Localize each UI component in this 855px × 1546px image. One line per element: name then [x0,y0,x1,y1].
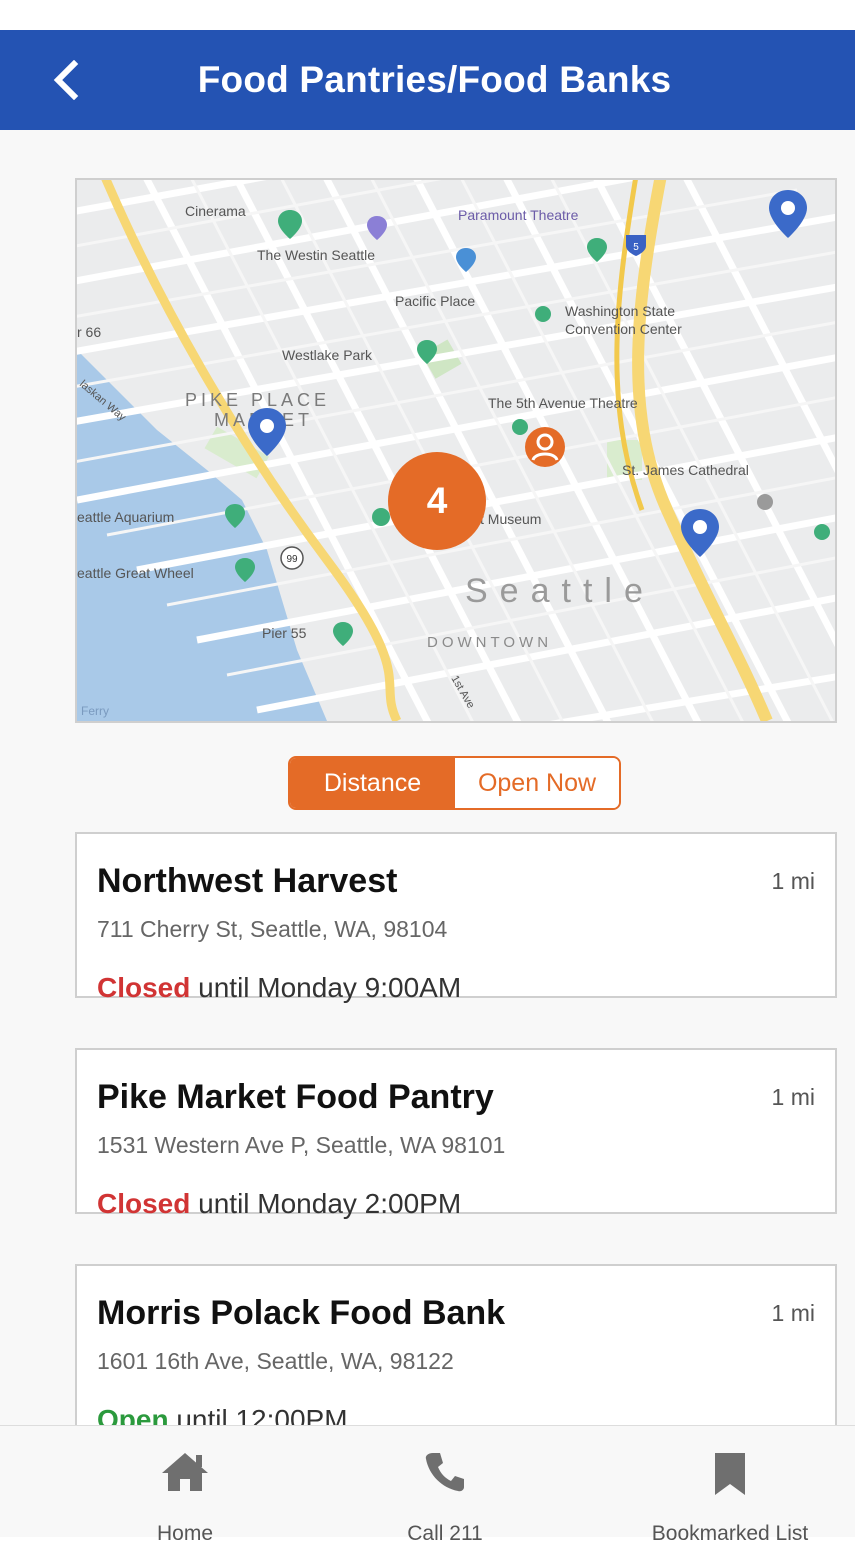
result-address: 1531 Western Ave P, Seattle, WA 98101 [97,1132,506,1158]
sort-toggle: Distance Open Now [288,756,621,810]
nav-bookmarked-list[interactable]: Bookmarked List [630,1426,830,1545]
status-detail: until Monday 9:00AM [190,972,462,1003]
result-status-line: Open until 12:00PM [97,1404,348,1425]
sort-open-now-button[interactable]: Open Now [455,758,619,808]
content-area: Cinerama Paramount Theatre The Westin Se… [0,130,855,1425]
result-name: Pike Market Food Pantry [97,1078,494,1116]
map-label-pier66: r 66 [77,324,101,340]
user-location-icon [525,427,565,467]
sort-distance-button[interactable]: Distance [290,758,455,808]
svg-text:99: 99 [286,554,298,565]
status-detail: until 12:00PM [168,1404,348,1425]
map-label-pacific-place: Pacific Place [395,293,475,309]
svg-text:5: 5 [633,242,639,253]
page-title: Food Pantries/Food Banks [197,59,672,100]
map-label-ferry: Ferry [81,704,109,718]
result-status-line: Closed until Monday 9:00AM [97,972,461,1004]
result-name: Northwest Harvest [97,862,398,900]
status-closed-label: Closed [97,1188,191,1219]
chevron-left-icon [53,60,79,100]
app-header: Food Pantries/Food Banks [0,30,855,130]
map-canvas[interactable]: Cinerama Paramount Theatre The Westin Se… [77,180,835,721]
map-label-wscc-2: Convention Center [565,321,682,337]
nav-home-label: Home [156,1522,214,1545]
nav-call-211[interactable]: Call 211 [385,1426,505,1545]
map-label-pike-place-1: PIKE PLACE [185,390,330,410]
map-label-fifth-ave: The 5th Avenue Theatre [488,395,638,411]
nav-call-211-label: Call 211 [407,1522,483,1545]
status-strip [0,0,855,30]
nav-bookmarked-list-label: Bookmarked List [651,1522,809,1545]
bottom-nav: Home Call 211 Bookmarked List [0,1425,855,1545]
result-name: Morris Polack Food Bank [97,1294,506,1332]
phone-icon [425,1453,464,1492]
nav-home[interactable]: Home [115,1426,255,1545]
map-label-seattle: Seattle [465,572,655,610]
route-shield-99: 99 [280,546,304,570]
map-view[interactable]: Cinerama Paramount Theatre The Westin Se… [75,178,837,723]
map-label-wscc-1: Washington State [565,303,675,319]
result-distance: 1 mi [771,868,815,894]
bookmark-icon [715,1453,745,1495]
map-label-westlake: Westlake Park [282,347,373,363]
status-closed-label: Closed [97,972,191,1003]
map-label-downtown: DOWNTOWN [427,634,552,651]
map-label-aquarium: eattle Aquarium [77,509,174,525]
result-address: 711 Cherry St, Seattle, WA, 98104 [97,916,448,942]
cluster-marker[interactable]: 4 [388,452,486,550]
map-label-great-wheel: eattle Great Wheel [77,565,194,581]
map-label-st-james: St. James Cathedral [622,462,749,478]
map-label-westin: The Westin Seattle [257,247,375,263]
result-status-line: Closed until Monday 2:00PM [97,1188,461,1220]
home-icon [162,1453,208,1491]
result-address: 1601 16th Ave, Seattle, WA, 98122 [97,1348,454,1374]
map-label-paramount: Paramount Theatre [458,207,579,223]
map-label-art-museum: t Museum [480,511,541,527]
back-button[interactable] [44,56,88,104]
status-open-label: Open [97,1404,169,1425]
result-card[interactable]: Northwest Harvest 1 mi 711 Cherry St, Se… [75,832,837,1003]
result-card[interactable]: Morris Polack Food Bank 1 mi 1601 16th A… [75,1264,837,1425]
status-detail: until Monday 2:00PM [190,1188,462,1219]
result-distance: 1 mi [771,1300,815,1326]
result-distance: 1 mi [771,1084,815,1110]
map-label-pier55: Pier 55 [262,625,307,641]
map-label-cinerama: Cinerama [185,203,246,219]
result-card[interactable]: Pike Market Food Pantry 1 mi 1531 Wester… [75,1048,837,1219]
